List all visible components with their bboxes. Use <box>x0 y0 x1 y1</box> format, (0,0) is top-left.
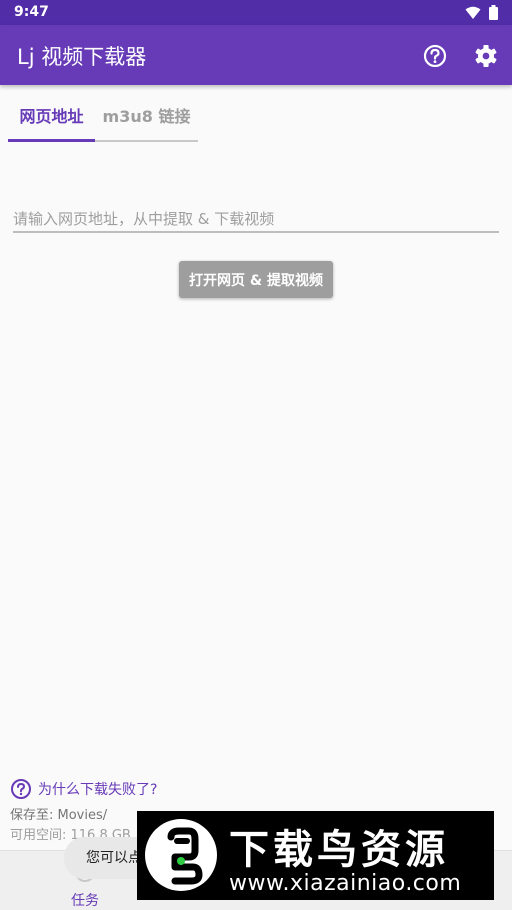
nav-tasks-label: 任务 <box>71 893 99 909</box>
tab-m3u8-link[interactable]: m3u8 链接 <box>95 96 198 140</box>
status-time: 9:47 <box>14 4 49 20</box>
battery-icon <box>489 5 498 20</box>
open-page-extract-video-button[interactable]: 打开网页 & 提取视频 <box>179 261 333 298</box>
wifi-icon <box>465 6 481 19</box>
help-circle-icon <box>11 779 31 799</box>
watermark-title: 下载鸟资源 <box>229 827 449 873</box>
url-input[interactable] <box>13 207 499 233</box>
why-download-failed-link[interactable]: 为什么下载失败了? <box>10 778 157 800</box>
status-icons <box>465 5 498 20</box>
status-bar: 9:47 <box>0 0 512 25</box>
app-title: Lj 视频下载器 <box>17 45 147 69</box>
settings-button[interactable] <box>472 42 500 70</box>
app-bar: Lj 视频下载器 <box>0 25 512 85</box>
watermark-banner: 下载鸟资源 www.xiazainiao.com <box>137 811 494 900</box>
save-location: 保存至: Movies/ <box>10 808 108 823</box>
gear-icon <box>475 45 497 67</box>
tab-web-address[interactable]: 网页地址 <box>8 96 95 142</box>
why-download-failed-text: 为什么下载失败了? <box>38 782 158 798</box>
bird-logo-icon <box>145 819 217 891</box>
help-circle-icon <box>423 44 447 68</box>
help-button[interactable] <box>421 42 449 70</box>
tab-bar: 网页地址 m3u8 链接 <box>8 96 198 142</box>
watermark-url: www.xiazainiao.com <box>229 871 462 896</box>
